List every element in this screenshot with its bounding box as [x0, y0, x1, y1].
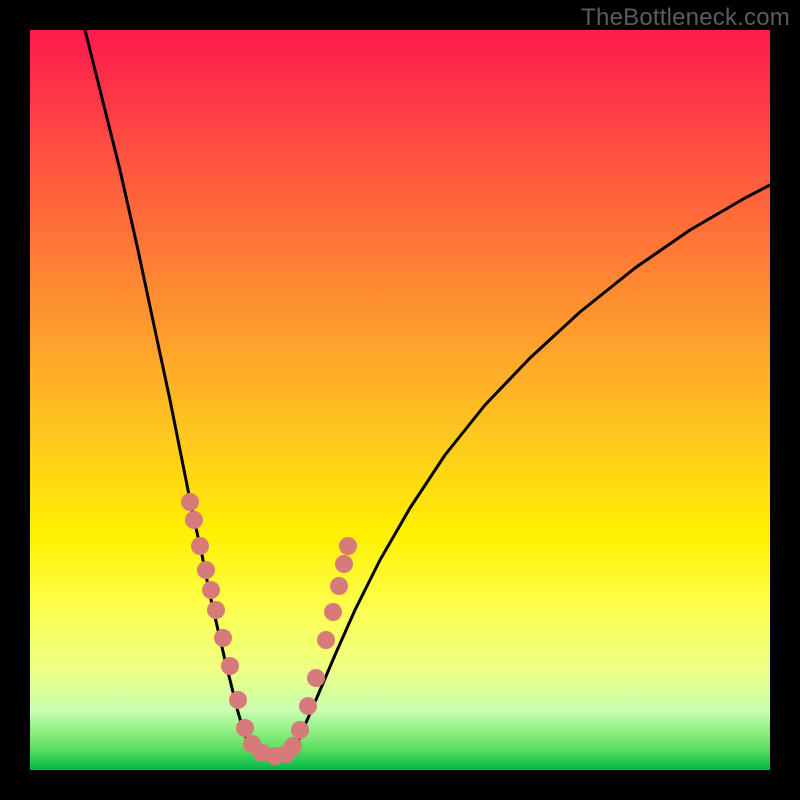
marker-dot: [317, 631, 335, 649]
data-markers: [181, 493, 357, 765]
marker-dot: [191, 537, 209, 555]
marker-dot: [214, 629, 232, 647]
watermark-text: TheBottleneck.com: [581, 4, 790, 32]
plot-area: [30, 30, 770, 770]
marker-dot: [299, 697, 317, 715]
marker-dot: [207, 601, 225, 619]
marker-dot: [185, 511, 203, 529]
marker-dot: [335, 555, 353, 573]
marker-dot: [339, 537, 357, 555]
v-curve: [85, 30, 770, 757]
marker-dot: [181, 493, 199, 511]
marker-dot: [324, 603, 342, 621]
curve-layer: [30, 30, 770, 770]
marker-dot: [330, 577, 348, 595]
marker-dot: [229, 691, 247, 709]
chart-frame: TheBottleneck.com: [0, 0, 800, 800]
marker-dot: [291, 721, 309, 739]
marker-dot: [197, 561, 215, 579]
bottleneck-curve: [85, 30, 770, 757]
marker-dot: [284, 737, 302, 755]
marker-dot: [307, 669, 325, 687]
marker-dot: [236, 719, 254, 737]
marker-dot: [221, 657, 239, 675]
marker-dot: [202, 581, 220, 599]
